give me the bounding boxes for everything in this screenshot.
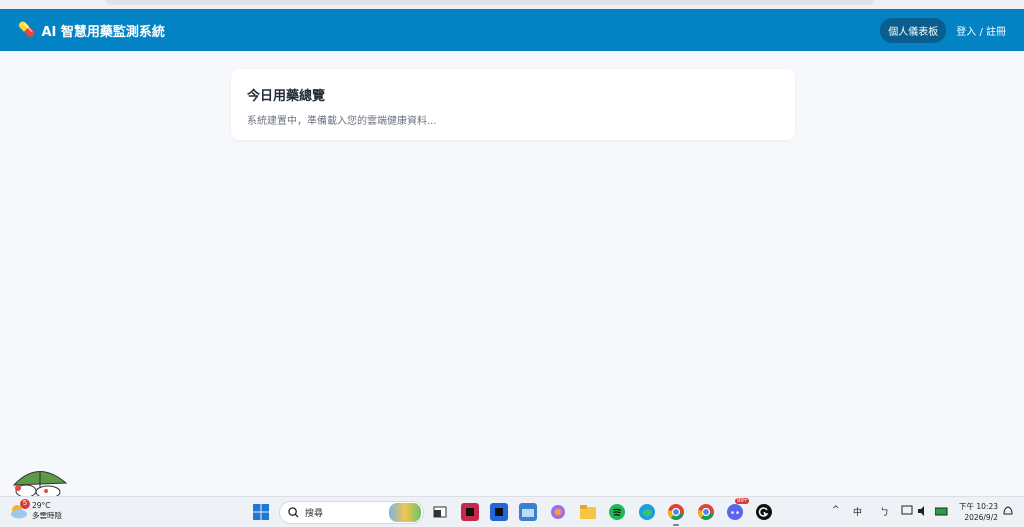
spotify-icon[interactable] (608, 503, 626, 521)
weather-desc: 多雲時陰 (32, 511, 62, 520)
weather-badge: 5 (20, 499, 30, 509)
search-icon (288, 507, 299, 518)
chrome-profile-icon[interactable] (697, 503, 715, 521)
app-window-icon[interactable] (519, 503, 537, 521)
taskbar: 5 29°C 多雲時陰 搜尋 99+ ^ 中 ㄅ 下午 10:23 2026/9… (0, 496, 1024, 527)
network-icon[interactable] (900, 504, 914, 518)
ime-indicator[interactable]: 中 (853, 505, 862, 518)
discord-badge: 99+ (735, 498, 750, 504)
browser-chrome (0, 0, 1024, 9)
mascot-icon[interactable] (6, 461, 70, 499)
clock[interactable]: 下午 10:23 2026/9/2 (958, 501, 998, 523)
jetbrains-ide-icon[interactable] (461, 503, 479, 521)
brand[interactable]: 💊 AI 智慧用藥監測系統 (18, 21, 165, 40)
battery-icon[interactable] (934, 504, 950, 518)
card-subtitle: 系統建置中，準備載入您的雲端健康資料... (247, 116, 437, 127)
address-bar[interactable] (106, 0, 874, 5)
medication-overview-card: 今日用藥總覽 系統建置中，準備載入您的雲端健康資料... (231, 69, 795, 140)
file-explorer-icon[interactable] (579, 503, 597, 521)
login-register-link[interactable]: 登入 / 註冊 (956, 23, 1006, 38)
edge-icon[interactable] (638, 503, 656, 521)
jetbrains-ide-2-icon[interactable] (490, 503, 508, 521)
chrome-active-indicator (673, 524, 679, 526)
speaker-icon[interactable] (916, 504, 930, 518)
app-title: AI 智慧用藥監測系統 (41, 24, 165, 40)
windows-start-icon[interactable] (252, 503, 270, 521)
clock-date: 2026/9/2 (964, 513, 998, 522)
app-header: 💊 AI 智慧用藥監測系統 個人儀表板 登入 / 註冊 (0, 9, 1024, 51)
header-nav: 個人儀表板 登入 / 註冊 (880, 17, 1006, 43)
card-title: 今日用藥總覽 (247, 89, 326, 104)
chrome-icon[interactable] (667, 503, 685, 521)
discord-icon[interactable]: 99+ (726, 498, 750, 521)
ime-bopomofo-indicator[interactable]: ㄅ (880, 505, 889, 518)
task-view-icon[interactable] (431, 503, 449, 521)
search-placeholder: 搜尋 (305, 509, 324, 519)
chevron-up-icon[interactable]: ^ (832, 505, 840, 515)
pill-icon: 💊 (18, 22, 36, 38)
clock-time: 下午 10:23 (959, 502, 998, 511)
github-icon[interactable] (755, 503, 773, 521)
search-highlight-icon (389, 503, 421, 522)
notification-bell-icon[interactable] (1001, 504, 1015, 518)
weather-widget[interactable]: 5 29°C 多雲時陰 (8, 499, 62, 521)
taskbar-search[interactable]: 搜尋 (279, 501, 424, 524)
weather-temp: 29°C (32, 501, 51, 510)
dashboard-button[interactable]: 個人儀表板 (880, 17, 947, 43)
copilot-icon[interactable] (549, 503, 567, 521)
cloud-icon: 5 (8, 499, 30, 521)
